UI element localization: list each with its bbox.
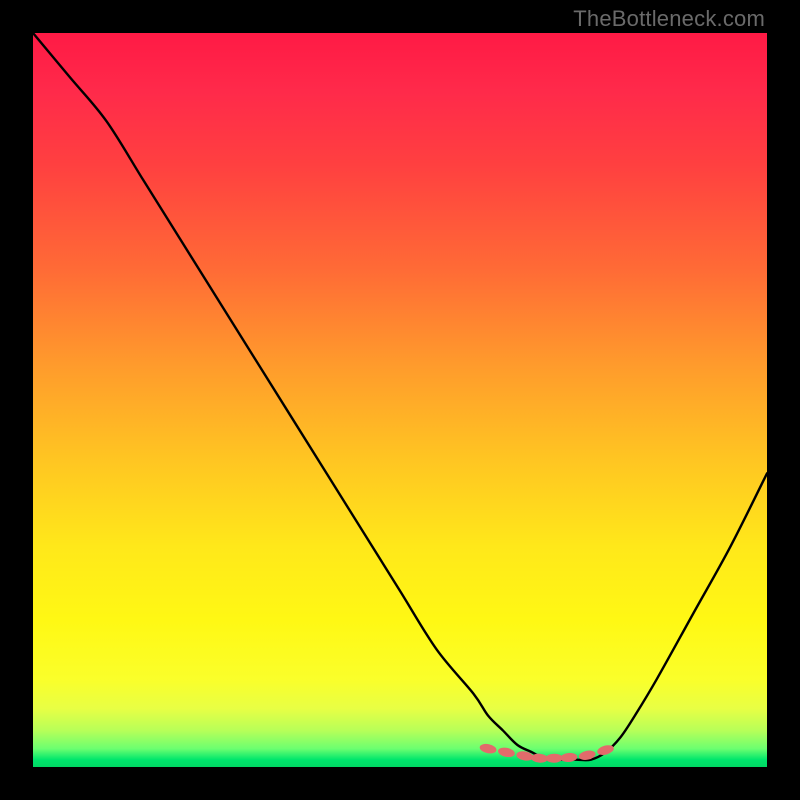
optimal-marker	[479, 743, 497, 755]
bottleneck-curve	[33, 33, 767, 760]
optimal-marker	[497, 746, 515, 758]
optimal-marker	[560, 752, 578, 762]
optimal-marker	[531, 753, 549, 763]
chart-frame: TheBottleneck.com	[0, 0, 800, 800]
optimal-marker-group	[479, 743, 615, 764]
plot-area	[33, 33, 767, 767]
optimal-marker	[546, 753, 563, 762]
watermark-text: TheBottleneck.com	[573, 6, 765, 32]
curve-layer	[33, 33, 767, 767]
